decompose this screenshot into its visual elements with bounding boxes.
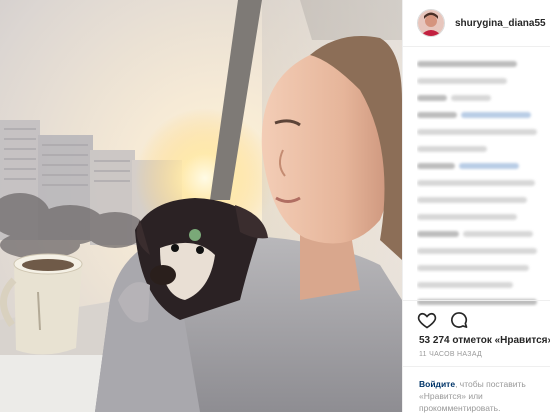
comment-row bbox=[417, 126, 550, 137]
comment-row bbox=[417, 177, 550, 188]
comment-row bbox=[417, 228, 550, 239]
heart-outline-icon[interactable] bbox=[417, 310, 437, 330]
post-actions bbox=[417, 310, 469, 330]
post-photo[interactable] bbox=[0, 0, 402, 412]
comment-row bbox=[417, 279, 550, 290]
comment-row bbox=[417, 296, 550, 307]
comment-row bbox=[417, 109, 550, 120]
login-prompt: Войдите, чтобы поставить «Нравится» или … bbox=[419, 378, 550, 414]
comment-row bbox=[417, 75, 550, 86]
likes-count[interactable]: 53 274 отметок «Нравится» bbox=[419, 335, 550, 346]
comment-row bbox=[417, 245, 550, 256]
speech-bubble-icon[interactable] bbox=[449, 310, 469, 330]
divider bbox=[403, 366, 550, 367]
divider bbox=[403, 300, 550, 301]
avatar[interactable] bbox=[417, 9, 445, 37]
comment-row bbox=[417, 92, 550, 103]
post-header: shurygina_diana55 bbox=[403, 0, 550, 47]
username[interactable]: shurygina_diana55 bbox=[455, 18, 546, 29]
comment-row bbox=[417, 262, 550, 273]
instagram-post: shurygina_diana55 53 274 отметок «Нравит… bbox=[0, 0, 550, 414]
post-timestamp: 11 ЧАСОВ НАЗАД bbox=[419, 351, 483, 358]
comment-row bbox=[417, 211, 550, 222]
comment-row bbox=[417, 143, 550, 154]
login-link[interactable]: Войдите bbox=[419, 379, 455, 389]
comment-row bbox=[417, 58, 550, 69]
comments-list bbox=[417, 58, 550, 313]
comment-row bbox=[417, 194, 550, 205]
post-sidebar: shurygina_diana55 53 274 отметок «Нравит… bbox=[402, 0, 550, 414]
comment-row bbox=[417, 160, 550, 171]
photo-illustration bbox=[0, 0, 402, 412]
